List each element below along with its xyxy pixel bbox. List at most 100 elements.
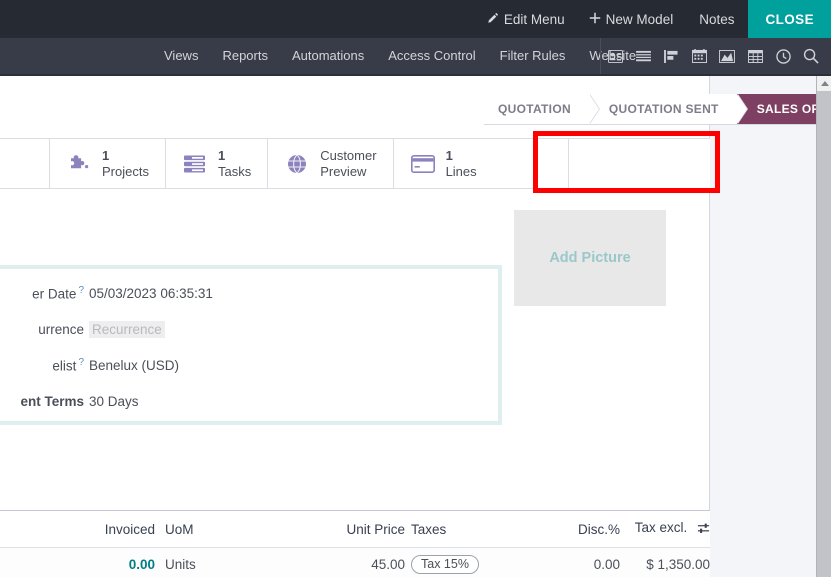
kanban-card-icon[interactable] [601, 38, 629, 74]
new-model-button[interactable]: New Model [577, 0, 686, 38]
cell-unit-price[interactable]: 45.00 [335, 557, 405, 572]
pricelist-label: elist? [0, 357, 84, 374]
order-date-value[interactable]: 05/03/2023 06:35:31 [89, 286, 213, 301]
menu-label: Access Control [388, 48, 476, 63]
notes-label: Notes [699, 11, 735, 27]
calendar-icon[interactable] [685, 38, 713, 74]
field-row-pricelist: elist? Benelux (USD) [0, 347, 498, 383]
close-button[interactable]: CLOSE [748, 0, 831, 38]
stat-button-text: Customer Preview [320, 148, 376, 179]
pencil-icon [487, 12, 499, 27]
menu-item-views[interactable]: Views [152, 38, 210, 74]
credit-card-icon [410, 154, 436, 173]
menu-item-reports[interactable]: Reports [210, 38, 280, 74]
field-row-payment-terms: ent Terms 30 Days [0, 383, 498, 419]
menu-label: Filter Rules [499, 48, 566, 63]
table-header-row: Invoiced UoM Unit Price Taxes Disc.% Tax… [0, 511, 710, 548]
stat-label: Projects [102, 163, 149, 179]
app-window: Edit Menu New Model Notes CLOSE Views Re… [0, 0, 831, 577]
pricelist-value[interactable]: Benelux (USD) [89, 358, 179, 373]
new-model-label: New Model [605, 11, 674, 27]
tasks-list-icon [182, 155, 208, 173]
help-icon[interactable]: ? [78, 357, 84, 368]
recurrence-label: urrence [38, 321, 84, 337]
recurrence-input[interactable]: Recurrence [89, 320, 165, 338]
cell-tax-excl[interactable]: $ 1,350.00 [620, 557, 710, 572]
stat-button-lines[interactable]: 1 Lines [393, 139, 569, 188]
add-picture-label: Add Picture [549, 250, 631, 266]
order-lines-table: Invoiced UoM Unit Price Taxes Disc.% Tax… [0, 510, 710, 577]
stat-value: 1 [102, 147, 110, 163]
order-date-label: er Date? [0, 285, 84, 302]
label-text: ent Terms [20, 393, 84, 409]
invoiced-value: 0.00 [128, 556, 155, 572]
vertical-scrollbar[interactable] [816, 76, 831, 577]
notes-button[interactable]: Notes [685, 0, 748, 38]
menu-item-access-control[interactable]: Access Control [376, 38, 487, 74]
cell-taxes[interactable]: Tax 15% [405, 554, 555, 574]
menu-item-automations[interactable]: Automations [280, 38, 376, 74]
menu-label: Automations [291, 48, 365, 63]
stat-button-customer-preview[interactable]: Customer Preview [268, 139, 394, 188]
cell-uom[interactable]: Units [160, 557, 335, 572]
pivot-grid-icon[interactable] [741, 38, 769, 74]
status-step-quotation-sent[interactable]: QUOTATION SENT [588, 94, 748, 124]
stat-label: Tasks [217, 163, 252, 179]
column-header-taxes[interactable]: Taxes [405, 522, 555, 537]
form-view-content: QUOTATION QUOTATION SENT SALES ORDER 1 P… [0, 76, 816, 577]
status-step-sales-order[interactable]: SALES ORDER [736, 94, 816, 124]
stat-button-text: 1 Lines [446, 148, 477, 180]
list-view-icon[interactable] [629, 38, 657, 74]
edit-menu-button[interactable]: Edit Menu [475, 0, 577, 38]
field-row-order-date: er Date? 05/03/2023 06:35:31 [0, 275, 498, 311]
label-text: er Date [32, 286, 77, 302]
search-icon[interactable] [797, 38, 825, 74]
stat-button-text: 1 Tasks [218, 148, 251, 180]
cell-discount[interactable]: 0.00 [555, 557, 620, 572]
stat-button-bar: 1 Projects 1 Tasks Customer Preview 1 Li… [0, 138, 710, 189]
stat-button-tasks[interactable]: 1 Tasks [165, 139, 269, 188]
plus-icon [589, 12, 601, 27]
column-options-icon[interactable] [697, 522, 710, 538]
menu-item-filter-rules[interactable]: Filter Rules [488, 38, 578, 74]
stat-value: 1 [217, 147, 226, 163]
column-header-discount[interactable]: Disc.% [555, 522, 620, 537]
globe-icon [284, 154, 310, 174]
field-row-recurrence: urrence Recurrence [0, 311, 498, 347]
menu-label: Views [164, 48, 199, 63]
edit-menu-label: Edit Menu [503, 11, 565, 27]
status-underline [484, 124, 816, 125]
top-system-bar: Edit Menu New Model Notes CLOSE [0, 0, 831, 38]
stat-button-text: 1 Projects [102, 148, 149, 180]
status-step-quotation[interactable]: QUOTATION [484, 94, 600, 124]
cell-invoiced[interactable]: 0.00 [0, 557, 160, 572]
stat-label: Lines [445, 163, 477, 179]
table-row[interactable]: 0.00 Units 45.00 Tax 15% 0.00 $ 1,350.00 [0, 548, 710, 577]
menubar-separator [600, 38, 601, 74]
column-header-uom[interactable]: UoM [160, 522, 335, 537]
column-header-tax-excl-label: Tax excl. [634, 520, 688, 535]
stat-label-line2: Preview [320, 163, 367, 179]
menu-label: Reports [222, 48, 268, 63]
stat-value: 1 [445, 147, 453, 163]
graph-area-icon[interactable] [713, 38, 741, 74]
clock-activity-icon[interactable] [769, 38, 797, 74]
stat-button-projects[interactable]: 1 Projects [50, 139, 166, 188]
label-text: elist [52, 358, 77, 374]
status-step-label: QUOTATION SENT [608, 102, 719, 116]
status-step-label: QUOTATION [498, 102, 571, 116]
status-step-label: SALES ORDER [756, 102, 816, 116]
close-label: CLOSE [765, 11, 814, 27]
view-switcher [601, 38, 825, 74]
column-header-unit-price[interactable]: Unit Price [335, 522, 405, 537]
stat-button-partial[interactable] [0, 139, 50, 188]
column-header-tax-excl[interactable]: Tax excl. [620, 520, 710, 538]
puzzle-piece-icon [66, 154, 92, 174]
payment-terms-value[interactable]: 30 Days [89, 394, 139, 409]
column-header-invoiced[interactable]: Invoiced [0, 522, 160, 537]
help-icon[interactable]: ? [78, 285, 84, 296]
model-menu-items: Views Reports Automations Access Control… [152, 38, 648, 74]
scroll-up-arrow-icon[interactable] [817, 76, 831, 91]
add-picture-button[interactable]: Add Picture [514, 210, 666, 306]
bar-chart-horizontal-icon[interactable] [657, 38, 685, 74]
